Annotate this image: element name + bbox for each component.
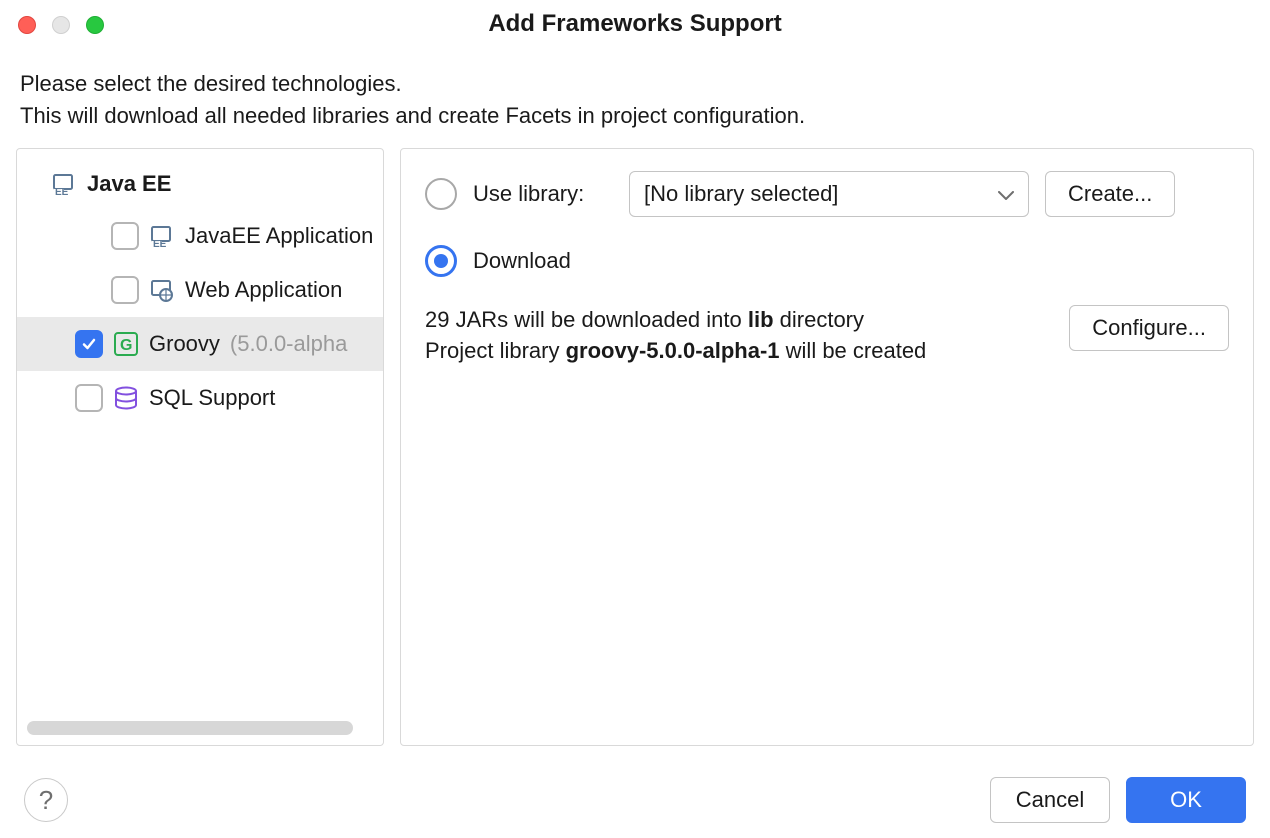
tree-item-label: JavaEE Application [185,223,373,249]
tree-item-label: Web Application [185,277,342,303]
horizontal-scrollbar[interactable] [27,721,353,735]
framework-config-panel: Use library: [No library selected] Creat… [400,148,1254,746]
tree-item-groovy[interactable]: G Groovy (5.0.0-alpha [17,317,383,371]
library-combo-value: [No library selected] [644,181,838,207]
configure-button[interactable]: Configure... [1069,305,1229,351]
tree-item-version: (5.0.0-alpha [230,331,347,357]
tree-item-javaee-application[interactable]: EE JavaEE Application [17,209,383,263]
cancel-button[interactable]: Cancel [990,777,1110,823]
checkbox-groovy[interactable] [75,330,103,358]
download-info: 29 JARs will be downloaded into lib dire… [425,305,926,367]
window-zoom-button[interactable] [86,16,104,34]
window-close-button[interactable] [18,16,36,34]
groovy-icon: G [113,331,139,357]
svg-text:G: G [120,337,132,354]
svg-text:EE: EE [153,239,167,249]
library-combo[interactable]: [No library selected] [629,171,1029,217]
checkbox-javaee-application[interactable] [111,222,139,250]
dialog-title: Add Frameworks Support [488,10,781,38]
intro-text: Please select the desired technologies. … [0,48,1270,132]
tree-item-label: Groovy [149,331,220,357]
chevron-down-icon [998,181,1014,207]
javaee-app-icon: EE [149,223,175,249]
checkbox-sql-support[interactable] [75,384,103,412]
help-button[interactable]: ? [24,778,68,822]
svg-text:EE: EE [55,187,69,197]
frameworks-tree-panel: EE Java EE EE JavaEE Application Web App… [16,148,384,746]
intro-line-1: Please select the desired technologies. [20,68,1250,100]
sql-database-icon [113,385,139,411]
tree-group-label: Java EE [87,171,171,197]
use-library-label: Use library: [473,181,613,207]
radio-use-library[interactable] [425,178,457,210]
web-app-icon [149,277,175,303]
download-label: Download [473,248,571,274]
window-minimize-button[interactable] [52,16,70,34]
radio-download[interactable] [425,245,457,277]
create-library-button[interactable]: Create... [1045,171,1175,217]
tree-item-web-application[interactable]: Web Application [17,263,383,317]
checkbox-web-application[interactable] [111,276,139,304]
java-ee-folder-icon: EE [51,171,77,197]
ok-button[interactable]: OK [1126,777,1246,823]
tree-item-label: SQL Support [149,385,275,411]
intro-line-2: This will download all needed libraries … [20,100,1250,132]
tree-item-sql-support[interactable]: SQL Support [17,371,383,425]
tree-group-java-ee[interactable]: EE Java EE [17,167,383,209]
